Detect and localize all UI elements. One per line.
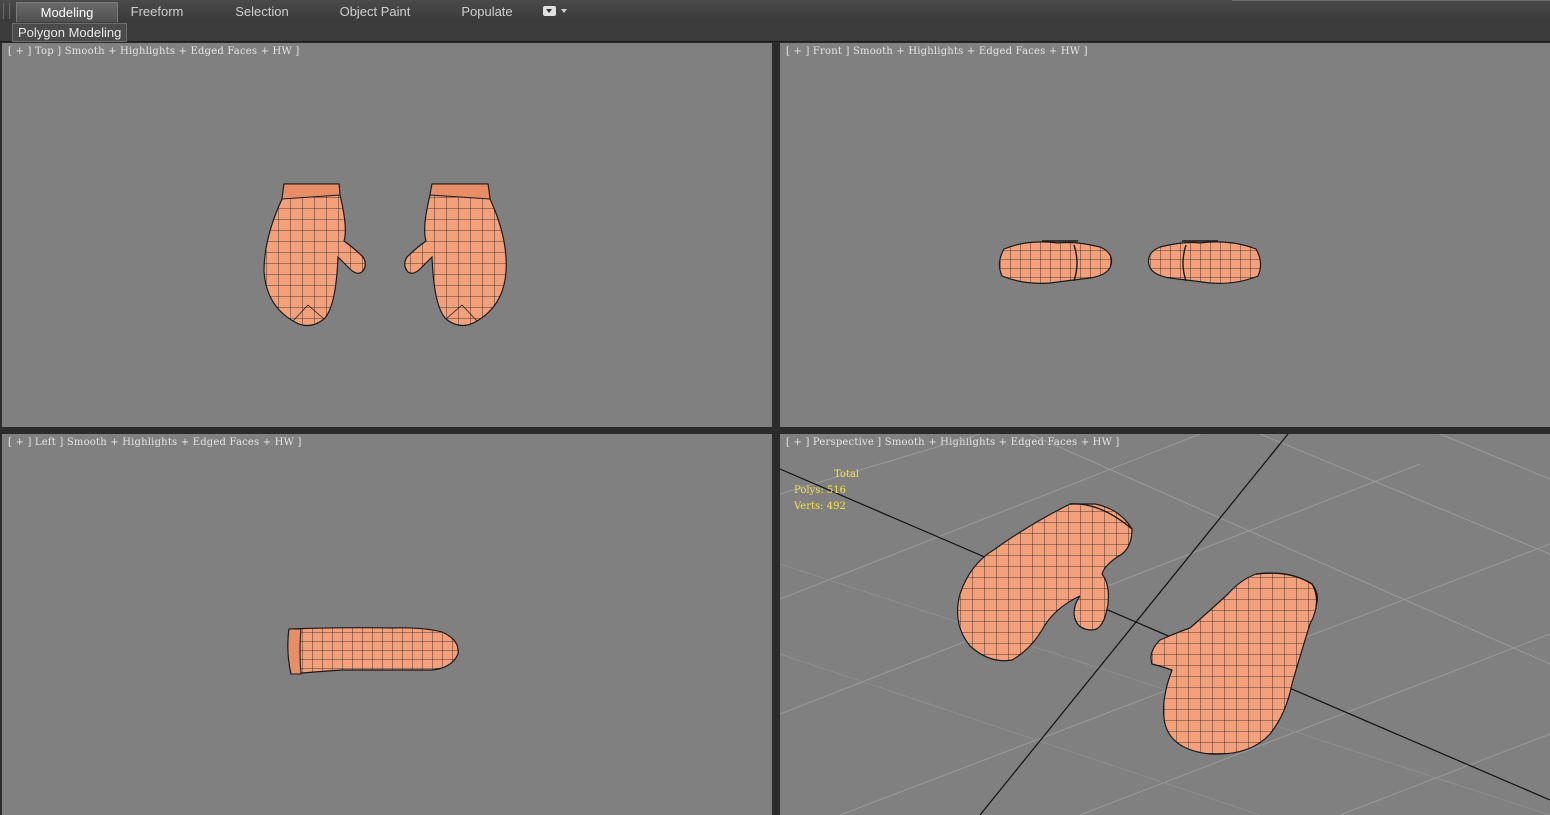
tab-object-paint[interactable]: Object Paint: [330, 2, 420, 21]
viewport-perspective-canvas: [780, 434, 1550, 815]
polygon-modeling-panel-label[interactable]: Polygon Modeling: [12, 23, 128, 42]
tab-modeling[interactable]: Modeling: [16, 2, 118, 22]
viewport-top-canvas: [263, 183, 507, 327]
scene-statistics: Total Polys: 516 Verts: 492: [794, 467, 859, 515]
mitten-right-perspective-mesh[interactable]: [1150, 572, 1319, 755]
viewport-top[interactable]: [ + ] Top ] Smooth + Highlights + Edged …: [2, 43, 772, 427]
viewport-perspective[interactable]: [ + ] Perspective ] Smooth + Highlights …: [780, 434, 1550, 815]
viewport-front[interactable]: [ + ] Front ] Smooth + Highlights + Edge…: [780, 43, 1550, 427]
mitten-right-front-mesh[interactable]: [1147, 240, 1262, 284]
stats-header: Total: [834, 469, 860, 480]
perspective-grid: [780, 434, 1550, 815]
polys-label: Polys:: [794, 485, 824, 496]
viewport-front-canvas: [998, 240, 1262, 284]
tab-selection[interactable]: Selection: [222, 2, 302, 21]
ribbon-grip-handle[interactable]: [3, 3, 10, 19]
verts-label: Verts:: [794, 501, 824, 512]
mitten-left-mesh[interactable]: [263, 183, 366, 327]
ribbon-options-icon[interactable]: [543, 5, 569, 18]
mitten-right-mesh[interactable]: [404, 183, 507, 327]
tab-freeform[interactable]: Freeform: [117, 2, 197, 21]
ribbon-divider: [1232, 0, 1550, 1]
mitten-left-perspective-mesh[interactable]: [957, 503, 1133, 662]
mitten-side-mesh[interactable]: [287, 627, 459, 675]
ribbon-options-box-icon: [543, 6, 556, 16]
tab-populate[interactable]: Populate: [452, 2, 522, 21]
x-axis-line: [780, 468, 1550, 801]
viewport-left-canvas: [287, 627, 459, 675]
viewport-left[interactable]: [ + ] Left ] Smooth + Highlights + Edged…: [2, 434, 772, 815]
ribbon-panel: Polygon Modeling: [0, 22, 1550, 42]
mitten-left-front-mesh[interactable]: [998, 240, 1113, 284]
verts-value: 492: [826, 501, 846, 512]
polys-value: 516: [826, 485, 846, 496]
ribbon-tab-bar: Modeling Freeform Selection Object Paint…: [0, 0, 1550, 23]
chevron-down-icon: [561, 9, 567, 13]
